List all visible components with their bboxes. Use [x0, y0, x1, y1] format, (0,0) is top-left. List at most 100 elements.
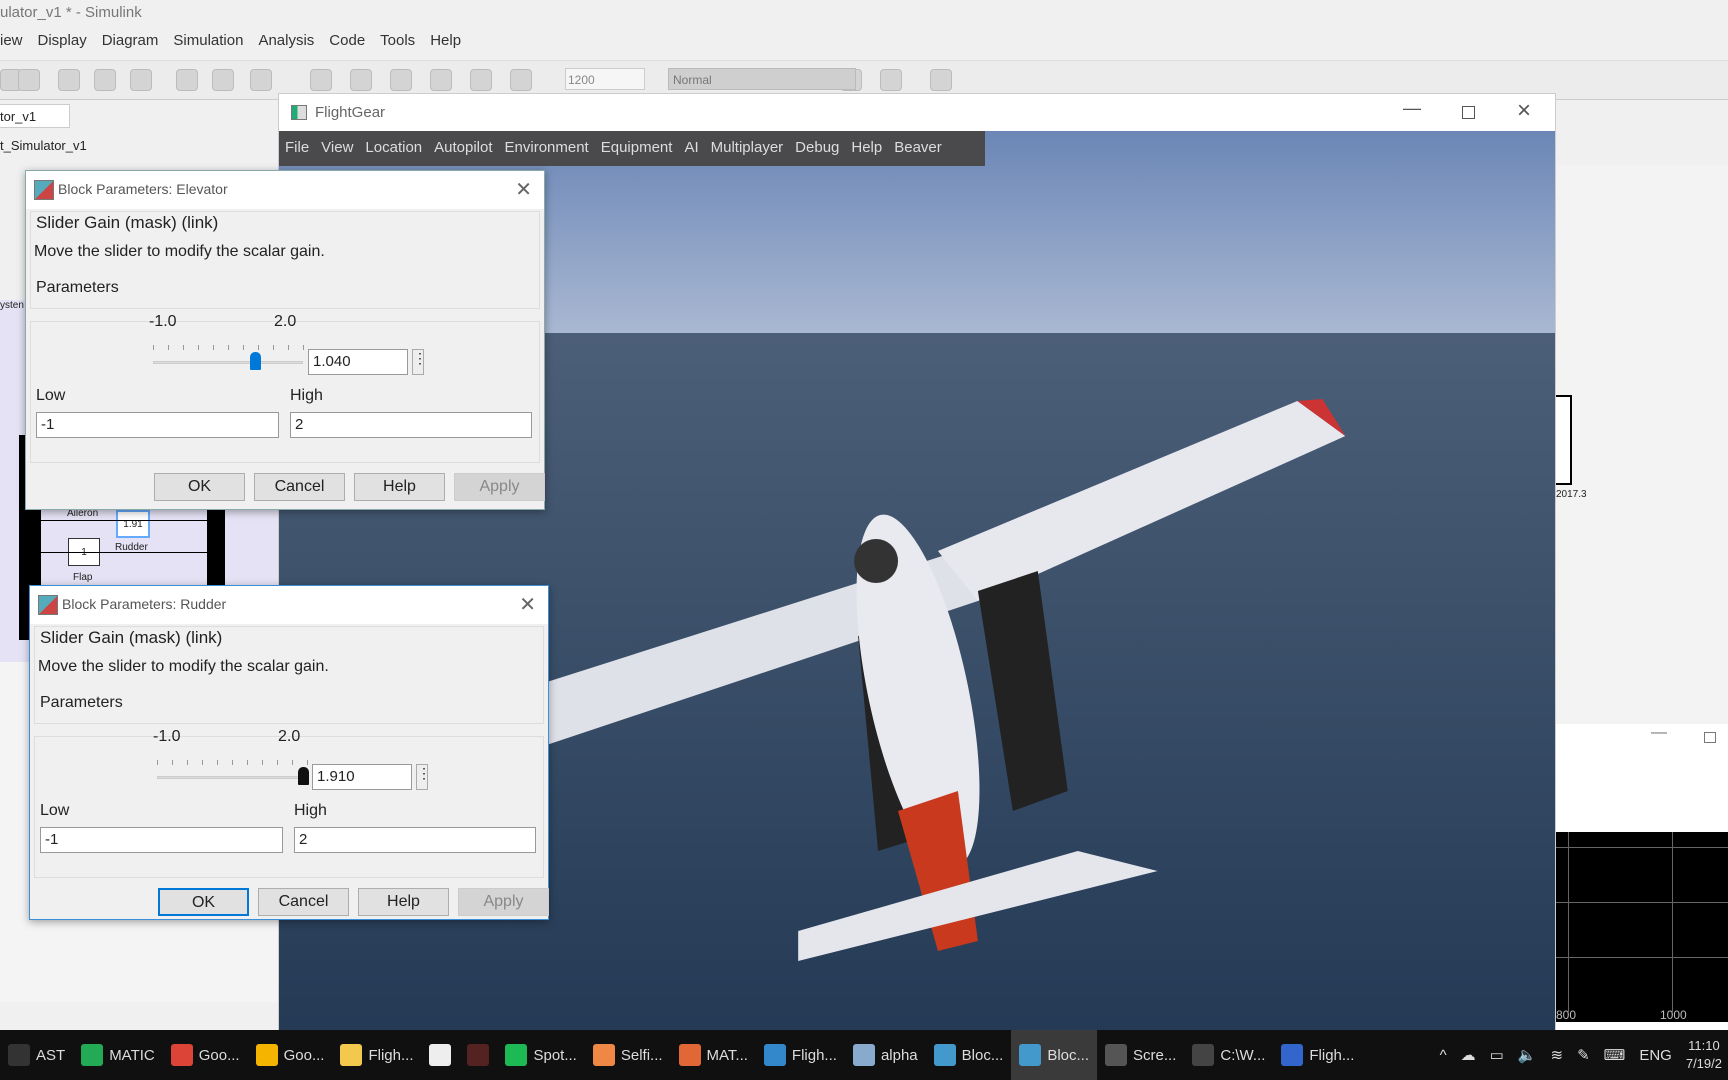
wifi-icon[interactable]: ≋ [1551, 1046, 1564, 1064]
high-input[interactable]: 2 [290, 412, 532, 438]
taskbar-item[interactable] [459, 1030, 497, 1080]
onedrive-icon[interactable]: ☁ [1461, 1046, 1476, 1064]
taskbar-item[interactable]: MAT... [671, 1030, 756, 1080]
flightgear-app-icon [291, 105, 307, 120]
breadcrumb[interactable]: t_Simulator_v1 [0, 138, 87, 153]
toolbar-button-icon[interactable] [350, 69, 372, 91]
toolbar-button-icon[interactable] [930, 69, 952, 91]
close-icon[interactable]: ✕ [519, 592, 536, 617]
maximize-icon[interactable] [1462, 106, 1475, 119]
taskbar-item[interactable]: Scre... [1097, 1030, 1184, 1080]
apply-button[interactable]: Apply [454, 473, 545, 501]
simulink-icon [763, 1044, 786, 1066]
taskbar-item[interactable]: Bloc... [926, 1030, 1012, 1080]
taskbar-item[interactable] [421, 1030, 459, 1080]
taskbar-item[interactable]: Fligh... [756, 1030, 845, 1080]
toolbar-button-icon[interactable] [470, 69, 492, 91]
taskbar-item[interactable]: C:\W... [1184, 1030, 1273, 1080]
toolbar-button-icon[interactable] [510, 69, 532, 91]
pen-icon[interactable]: ✎ [1577, 1046, 1590, 1064]
taskbar-item[interactable]: Spot... [497, 1030, 584, 1080]
language-indicator[interactable]: ENG [1639, 1047, 1672, 1064]
apply-button[interactable]: Apply [458, 888, 549, 916]
clock[interactable]: 11:10 7/19/2 [1686, 1037, 1722, 1073]
low-input[interactable]: -1 [36, 412, 279, 438]
help-button[interactable]: Help [358, 888, 449, 916]
menu-item[interactable]: Tools [380, 32, 415, 49]
toolbar-button-icon[interactable] [58, 69, 80, 91]
more-options-icon[interactable]: ⋮ [412, 349, 427, 375]
fg-menu-item[interactable]: Beaver [894, 139, 942, 158]
fg-menu-item[interactable]: Debug [795, 139, 839, 158]
display-block[interactable] [1556, 395, 1572, 485]
gain-value-input[interactable]: 1.910 [312, 764, 412, 790]
fg-menu-item[interactable]: Location [365, 139, 422, 158]
taskbar-item[interactable]: Goo... [248, 1030, 333, 1080]
menu-item[interactable]: Simulation [173, 32, 243, 49]
rudder-gain-block[interactable]: 1.91 [116, 510, 150, 538]
fg-menu-item[interactable]: Multiplayer [711, 139, 784, 158]
taskbar-item-label: Spot... [533, 1046, 577, 1064]
model-tab[interactable]: tor_v1 [0, 104, 70, 128]
fg-menu-item[interactable]: AI [684, 139, 698, 158]
volume-icon[interactable]: 🔈 [1518, 1046, 1537, 1064]
ok-button[interactable]: OK [154, 473, 245, 501]
toolbar-button-icon[interactable] [390, 69, 412, 91]
toolbar-button-icon[interactable] [94, 69, 116, 91]
toolbar-button-icon[interactable] [430, 69, 452, 91]
high-input[interactable]: 2 [294, 827, 536, 853]
mail-icon [429, 1044, 452, 1066]
gain-value-input[interactable]: 1.040 [308, 349, 408, 375]
fg-menu-item[interactable]: Environment [505, 139, 589, 158]
help-button[interactable]: Help [354, 473, 445, 501]
toolbar-button-icon[interactable] [18, 69, 40, 91]
taskbar-item[interactable]: Fligh... [332, 1030, 421, 1080]
menu-item[interactable]: iew [0, 32, 23, 49]
display-value: 2017.3 [1556, 489, 1587, 500]
taskbar-item[interactable]: Goo... [163, 1030, 248, 1080]
slider-track[interactable] [157, 776, 307, 779]
minimize-icon[interactable]: — [1403, 98, 1421, 119]
toolbar-button-icon[interactable] [310, 69, 332, 91]
slider-thumb[interactable] [297, 767, 309, 785]
keyboard-icon[interactable]: ⌨ [1604, 1046, 1626, 1064]
fg-menu-item[interactable]: Help [851, 139, 882, 158]
ok-button[interactable]: OK [158, 888, 249, 916]
maximize-icon[interactable] [1704, 732, 1716, 743]
toolbar-button-icon[interactable] [176, 69, 198, 91]
close-icon[interactable]: × [1517, 97, 1531, 125]
taskbar-item-label: AST [36, 1046, 66, 1064]
fg-menu-item[interactable]: Equipment [601, 139, 673, 158]
fg-menu-item[interactable]: View [321, 139, 353, 158]
menu-item[interactable]: Diagram [102, 32, 159, 49]
fg-menu-item[interactable]: File [285, 139, 309, 158]
taskbar-item[interactable]: Fligh... [1273, 1030, 1362, 1080]
more-options-icon[interactable]: ⋮ [416, 764, 431, 790]
toolbar-button-icon[interactable] [130, 69, 152, 91]
slider-thumb[interactable] [250, 352, 261, 370]
tray-chevron-icon[interactable]: ^ [1440, 1047, 1447, 1064]
toolbar-button-icon[interactable] [880, 69, 902, 91]
taskbar-item[interactable]: AST [0, 1030, 73, 1080]
slider-track[interactable] [153, 361, 303, 364]
taskbar-item-label: Goo... [283, 1046, 325, 1064]
simulation-mode-select[interactable]: Normal [668, 68, 856, 90]
menu-item[interactable]: Code [329, 32, 365, 49]
toolbar-button-icon[interactable] [250, 69, 272, 91]
toolbar-button-icon[interactable] [212, 69, 234, 91]
menu-item[interactable]: Display [38, 32, 87, 49]
cancel-button[interactable]: Cancel [254, 473, 345, 501]
taskbar-item[interactable]: MATIC [73, 1030, 163, 1080]
close-icon[interactable]: ✕ [515, 177, 532, 202]
menu-item[interactable]: Help [430, 32, 461, 49]
fg-menu-item[interactable]: Autopilot [434, 139, 492, 158]
taskbar-item[interactable]: Selfi... [585, 1030, 671, 1080]
low-input[interactable]: -1 [40, 827, 283, 853]
taskbar-item[interactable]: alpha [845, 1030, 926, 1080]
menu-item[interactable]: Analysis [258, 32, 314, 49]
cancel-button[interactable]: Cancel [258, 888, 349, 916]
taskbar-item[interactable]: Bloc... [1011, 1030, 1098, 1080]
battery-icon[interactable]: ▭ [1490, 1046, 1504, 1064]
minimize-icon[interactable]: — [1651, 724, 1667, 742]
stop-time-input[interactable]: 1200 [565, 68, 645, 90]
